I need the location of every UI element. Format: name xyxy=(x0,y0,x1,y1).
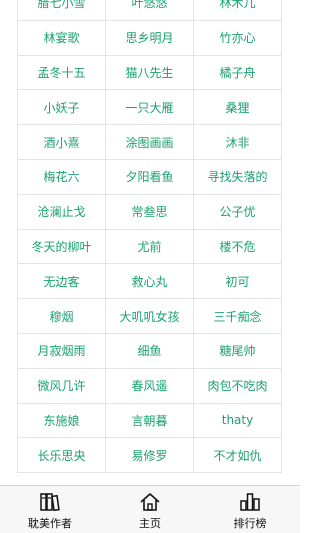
ranking-icon xyxy=(240,493,260,511)
author-cell[interactable]: 穆烟 xyxy=(18,299,106,334)
author-cell[interactable]: 糖尾帅 xyxy=(194,333,282,369)
bottom-tab-bar: 耽美作者 主页 排行榜 xyxy=(0,485,300,533)
author-cell[interactable]: 夕阳看鱼 xyxy=(106,159,194,195)
author-cell[interactable]: 长乐思央 xyxy=(18,438,106,474)
author-cell[interactable]: 尤前 xyxy=(106,229,194,265)
author-cell[interactable]: 冬天的柳叶 xyxy=(18,229,106,265)
author-cell[interactable]: 易修罗 xyxy=(106,438,194,474)
author-cell[interactable]: 橘子舟 xyxy=(194,55,282,91)
author-cell[interactable]: 寻找失落的 xyxy=(194,159,282,195)
author-cell[interactable]: 公子优 xyxy=(194,194,282,230)
author-cell[interactable]: 东施娘 xyxy=(18,403,106,439)
author-cell[interactable]: 沐非 xyxy=(194,125,282,160)
tab-ranking-label: 排行榜 xyxy=(233,517,267,530)
tab-authors-label: 耽美作者 xyxy=(28,517,72,530)
tab-home-label: 主页 xyxy=(139,517,161,530)
author-cell[interactable]: 常叁思 xyxy=(106,194,194,230)
tab-ranking[interactable]: 排行榜 xyxy=(200,486,300,533)
tab-authors[interactable]: 耽美作者 xyxy=(0,486,100,533)
author-cell[interactable]: 桑狸 xyxy=(194,90,282,126)
author-cell[interactable]: 梅花六 xyxy=(18,159,106,195)
author-cell[interactable]: 猫八先生 xyxy=(106,55,194,91)
author-cell[interactable]: 竹亦心 xyxy=(194,20,282,56)
author-cell[interactable]: 肉包不吃肉 xyxy=(194,368,282,404)
author-cell[interactable]: 初可 xyxy=(194,264,282,300)
author-cell[interactable]: 涂图画画 xyxy=(106,125,194,160)
author-cell[interactable]: 一只大雁 xyxy=(106,90,194,126)
author-grid: 腊七小雪 叶悠悠 林木儿林宴歌 思乡明月 竹亦心孟冬十五 猫八先生 橘子舟小妖子 一只大雁 桑狸… xyxy=(17,0,282,474)
author-cell[interactable]: 沧澜止戈 xyxy=(18,194,106,230)
author-cell[interactable]: 林木儿 xyxy=(194,0,282,21)
author-cell[interactable]: 酒小熹 xyxy=(18,125,106,160)
author-cell[interactable]: 月寂烟雨 xyxy=(18,333,106,369)
author-cell[interactable]: 微风几许 xyxy=(18,368,106,404)
author-cell[interactable]: 林宴歌 xyxy=(18,20,106,56)
author-cell[interactable]: 不才如仇 xyxy=(194,438,282,474)
author-cell[interactable]: 小妖子 xyxy=(18,90,106,126)
author-cell[interactable]: 思乡明月 xyxy=(106,20,194,56)
books-icon xyxy=(40,493,60,512)
author-cell[interactable]: 无边客 xyxy=(18,264,106,300)
tab-home[interactable]: 主页 xyxy=(100,486,200,533)
author-cell[interactable]: 楼不危 xyxy=(194,229,282,265)
author-cell[interactable]: 腊七小雪 xyxy=(18,0,106,21)
author-cell[interactable]: 三千痴念 xyxy=(194,299,282,334)
author-cell[interactable]: 春风遥 xyxy=(106,368,194,404)
home-icon xyxy=(140,493,160,511)
author-cell[interactable]: 孟冬十五 xyxy=(18,55,106,91)
author-cell[interactable]: 大叽叽女孩 xyxy=(106,299,194,334)
author-cell[interactable]: thaty xyxy=(194,403,282,439)
author-cell[interactable]: 叶悠悠 xyxy=(106,0,194,21)
author-cell[interactable]: 救心丸 xyxy=(106,264,194,300)
author-cell[interactable]: 言朝暮 xyxy=(106,403,194,439)
author-cell[interactable]: 细鱼 xyxy=(106,333,194,369)
